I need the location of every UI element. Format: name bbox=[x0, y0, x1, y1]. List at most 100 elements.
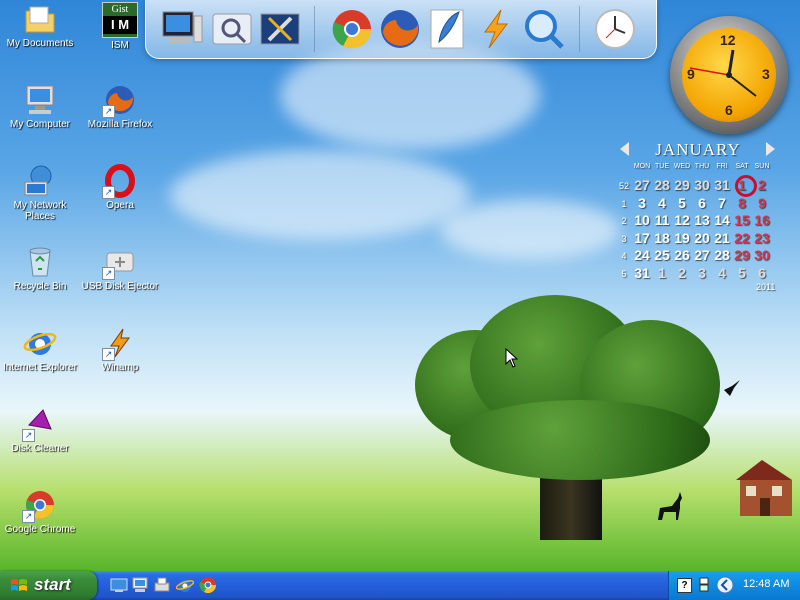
desktop[interactable]: My Documents Gist I M ISM My Computer ↗ … bbox=[0, 0, 800, 571]
calendar-day[interactable]: 29 bbox=[672, 177, 692, 193]
desktop-icon-my-computer[interactable]: My Computer bbox=[0, 83, 80, 130]
desktop-icon-my-documents[interactable]: My Documents bbox=[0, 2, 80, 49]
cloud bbox=[440, 200, 620, 260]
calendar-day[interactable]: 31 bbox=[632, 265, 652, 281]
desktop-icon-google-chrome[interactable]: ↗ Google Chrome bbox=[0, 488, 80, 535]
dock-search-folder-icon[interactable] bbox=[211, 8, 253, 50]
calendar-day[interactable]: 28 bbox=[652, 177, 672, 193]
cloud bbox=[170, 150, 470, 240]
calendar-day[interactable]: 7 bbox=[712, 195, 732, 211]
clock-widget[interactable]: 12 3 6 9 bbox=[670, 16, 788, 134]
calendar-day[interactable]: 27 bbox=[632, 177, 652, 193]
tray-expand-chevron-icon[interactable] bbox=[716, 576, 734, 594]
calendar-day[interactable]: 20 bbox=[692, 230, 712, 246]
calendar-week-number: 1 bbox=[621, 198, 627, 209]
calendar-day[interactable]: 10 bbox=[632, 212, 652, 228]
calendar-year: 2011 bbox=[756, 282, 776, 292]
calendar-day[interactable]: 3 bbox=[632, 195, 652, 211]
calendar-day-header: WED bbox=[673, 163, 691, 170]
quicklaunch-printer-icon[interactable] bbox=[153, 576, 171, 594]
calendar-day[interactable]: 5 bbox=[732, 265, 752, 281]
calendar-day[interactable]: 13 bbox=[692, 212, 712, 228]
calendar-day[interactable]: 2 bbox=[672, 265, 692, 281]
calendar-day[interactable]: 28 bbox=[712, 247, 732, 263]
calendar-week-number: 52 bbox=[618, 181, 629, 191]
icon-label: Winamp bbox=[101, 362, 139, 373]
disk-cleaner-icon: ↗ bbox=[22, 407, 57, 442]
calendar-day[interactable]: 17 bbox=[632, 230, 652, 246]
calendar-day[interactable]: 8 bbox=[732, 195, 752, 211]
calendar-prev-arrow-icon[interactable] bbox=[620, 142, 629, 156]
start-label: start bbox=[34, 575, 71, 594]
tree-foliage bbox=[450, 400, 710, 480]
computer-icon bbox=[23, 83, 57, 117]
calendar-day[interactable]: 4 bbox=[712, 265, 732, 281]
quicklaunch-show-desktop-icon[interactable] bbox=[110, 576, 128, 594]
calendar-day[interactable]: 30 bbox=[752, 247, 772, 263]
calendar-day[interactable]: 14 bbox=[712, 212, 732, 228]
desktop-icon-internet-explorer[interactable]: Internet Explorer bbox=[0, 326, 80, 373]
calendar-day[interactable]: 9 bbox=[752, 195, 772, 211]
calendar-day[interactable]: 16 bbox=[752, 212, 772, 228]
icon-label: My Documents bbox=[6, 38, 74, 49]
icon-label: Opera bbox=[106, 200, 134, 211]
calendar-day[interactable]: 31 bbox=[712, 177, 732, 193]
dock-bar bbox=[145, 0, 657, 59]
calendar-next-arrow-icon[interactable] bbox=[766, 142, 775, 156]
bird-silhouette bbox=[724, 380, 740, 396]
shortcut-arrow-icon: ↗ bbox=[22, 429, 35, 442]
quicklaunch-ie-icon[interactable] bbox=[175, 576, 195, 594]
desktop-icon-recycle-bin[interactable]: Recycle Bin bbox=[0, 245, 80, 292]
winamp-icon: ↗ bbox=[102, 326, 137, 361]
dock-clock-icon[interactable] bbox=[594, 8, 636, 50]
calendar-day[interactable]: 22 bbox=[732, 230, 752, 246]
calendar-day[interactable]: 1 bbox=[652, 265, 672, 281]
calendar-day[interactable]: 23 bbox=[752, 230, 772, 246]
calendar-day[interactable]: 27 bbox=[692, 247, 712, 263]
clock-hands bbox=[689, 49, 757, 97]
gist-text: Gist bbox=[111, 4, 129, 15]
ie-icon bbox=[23, 326, 57, 360]
calendar-day[interactable]: 4 bbox=[652, 195, 672, 211]
calendar-day[interactable]: 18 bbox=[652, 230, 672, 246]
windows-logo-icon bbox=[11, 579, 27, 591]
calendar-day[interactable]: 12 bbox=[672, 212, 692, 228]
calendar-day[interactable]: 11 bbox=[652, 212, 672, 228]
desktop-icon-usb-disk-ejector[interactable]: ↗ USB Disk Ejector bbox=[80, 245, 160, 292]
dock-tools-icon[interactable] bbox=[259, 8, 301, 50]
calendar-day-header: MON bbox=[633, 163, 651, 170]
desktop-icon-mozilla-firefox[interactable]: ↗ Mozilla Firefox bbox=[80, 83, 160, 130]
dock-firefox-icon[interactable] bbox=[379, 8, 421, 50]
desktop-icon-my-network-places[interactable]: My Network Places bbox=[0, 164, 80, 222]
desktop-icon-disk-cleaner[interactable]: ↗ Disk Cleaner bbox=[0, 407, 80, 454]
calendar-day[interactable]: 6 bbox=[692, 195, 712, 211]
dock-search-icon[interactable] bbox=[523, 8, 565, 50]
calendar-day[interactable]: 26 bbox=[672, 247, 692, 263]
dock-computer-icon[interactable] bbox=[161, 8, 203, 50]
icon-label: Recycle Bin bbox=[13, 281, 67, 292]
calendar-day[interactable]: 29 bbox=[732, 247, 752, 263]
dock-chrome-icon[interactable] bbox=[331, 8, 373, 50]
calendar-day[interactable]: 6 bbox=[752, 265, 772, 281]
calendar-day[interactable]: 24 bbox=[632, 247, 652, 263]
calendar-day[interactable]: 25 bbox=[652, 247, 672, 263]
tray-help-icon[interactable]: ? bbox=[677, 578, 692, 593]
icon-label: Internet Explorer bbox=[3, 362, 77, 373]
calendar-week-number: 3 bbox=[621, 233, 627, 244]
calendar-day[interactable]: 30 bbox=[692, 177, 712, 193]
calendar-day[interactable]: 15 bbox=[732, 212, 752, 228]
quicklaunch-chrome-icon[interactable] bbox=[199, 576, 217, 594]
calendar-day[interactable]: 19 bbox=[672, 230, 692, 246]
calendar-day[interactable]: 3 bbox=[692, 265, 712, 281]
taskbar-clock[interactable]: 12:48 AM bbox=[743, 578, 789, 590]
recycle-bin-icon bbox=[23, 245, 57, 279]
calendar-day[interactable]: 5 bbox=[672, 195, 692, 211]
calendar-day[interactable]: 21 bbox=[712, 230, 732, 246]
dock-feather-icon[interactable] bbox=[427, 8, 469, 50]
start-button[interactable]: start bbox=[0, 571, 97, 600]
tray-network-icon[interactable] bbox=[698, 576, 710, 592]
desktop-icon-opera[interactable]: ↗ Opera bbox=[80, 164, 160, 211]
dock-lightning-icon[interactable] bbox=[475, 8, 517, 50]
desktop-icon-winamp[interactable]: ↗ Winamp bbox=[80, 326, 160, 373]
quicklaunch-computer-icon[interactable] bbox=[131, 576, 149, 594]
